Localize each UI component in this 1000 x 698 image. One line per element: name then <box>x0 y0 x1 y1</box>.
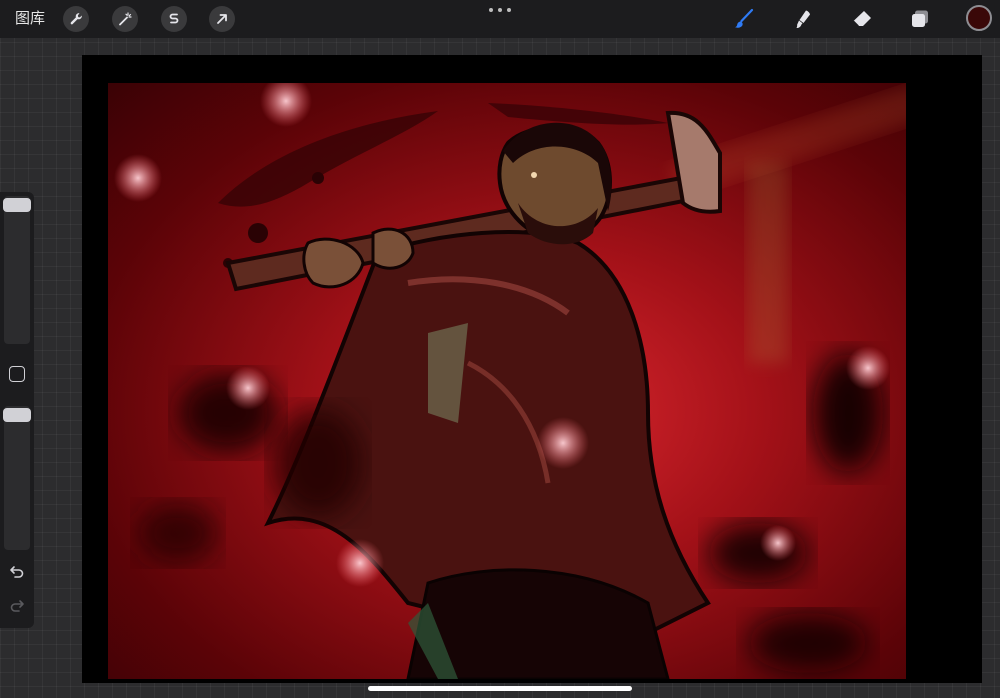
brush-size-slider[interactable] <box>3 196 31 344</box>
actions-button[interactable] <box>63 6 89 32</box>
ellipsis-icon-dot <box>507 8 511 12</box>
wrench-icon <box>70 13 82 25</box>
layers-button[interactable] <box>907 6 933 32</box>
magic-wand-icon <box>119 12 132 26</box>
smudge-icon <box>796 10 810 28</box>
left-sidebar <box>0 192 34 628</box>
canvas-area[interactable] <box>82 55 982 683</box>
ellipsis-icon-dot <box>489 8 493 12</box>
adjustments-button[interactable] <box>112 6 138 32</box>
opacity-slider-thumb[interactable] <box>3 408 31 422</box>
modify-button[interactable] <box>9 366 25 382</box>
layers-icon <box>912 10 928 27</box>
arrow-cursor-icon <box>217 14 227 24</box>
top-toolbar: 图库 <box>0 0 1000 38</box>
redo-icon[interactable] <box>9 598 25 614</box>
brush-size-slider-thumb[interactable] <box>3 198 31 212</box>
eraser-icon <box>853 11 871 27</box>
artwork-canvas[interactable] <box>108 83 906 679</box>
artwork-illustration <box>114 83 906 679</box>
more-menu-button[interactable] <box>489 4 511 16</box>
brush-tool-button[interactable] <box>731 6 757 32</box>
ellipsis-icon-dot <box>498 8 502 12</box>
selection-button[interactable] <box>161 6 187 32</box>
color-picker-button[interactable] <box>966 5 992 31</box>
eraser-tool-button[interactable] <box>849 6 875 32</box>
smudge-tool-button[interactable] <box>790 6 816 32</box>
gallery-button[interactable]: 图库 <box>15 8 45 28</box>
home-indicator[interactable] <box>368 686 632 691</box>
transform-button[interactable] <box>209 6 235 32</box>
selection-s-icon <box>169 13 179 24</box>
brush-icon <box>735 8 754 28</box>
opacity-slider[interactable] <box>3 406 31 550</box>
undo-icon[interactable] <box>9 564 25 580</box>
